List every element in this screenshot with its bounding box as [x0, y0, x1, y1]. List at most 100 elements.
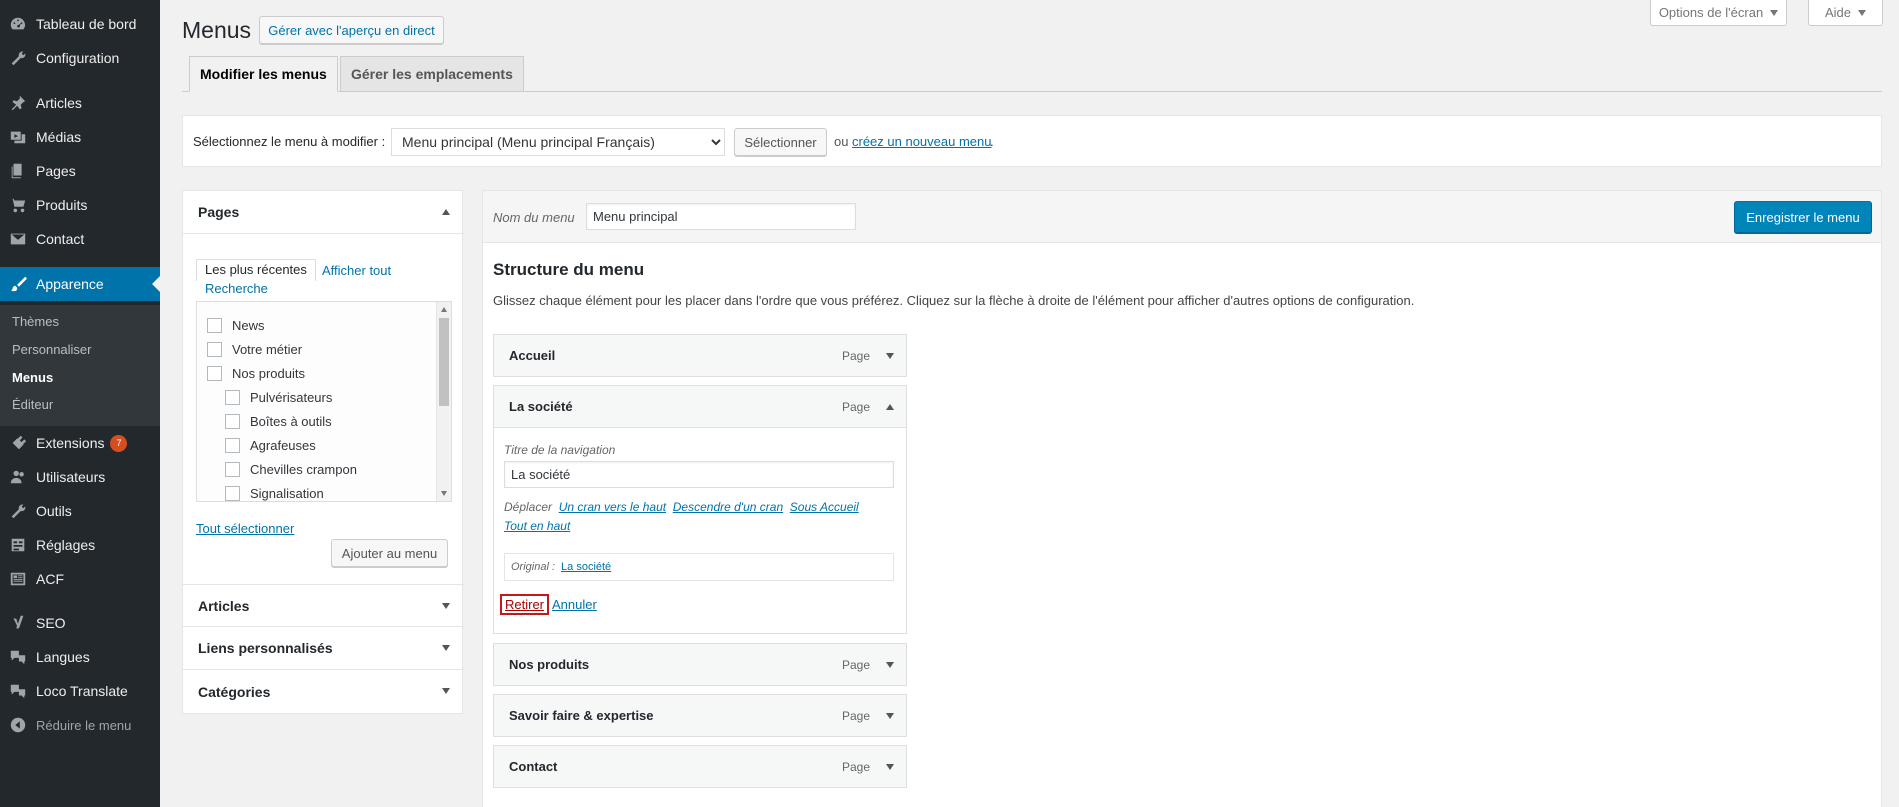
- subtab-search[interactable]: Recherche: [205, 281, 268, 296]
- add-to-menu-button[interactable]: Ajouter au menu: [331, 539, 448, 567]
- cancel-link[interactable]: Annuler: [552, 597, 597, 612]
- move-under-accueil-link[interactable]: Sous Accueil: [790, 500, 859, 514]
- original-label: Original :: [511, 561, 556, 573]
- sidebar-item-label: SEO: [36, 615, 66, 631]
- list-item[interactable]: Pulvérisateurs: [225, 390, 332, 405]
- sidebar-item-label: Configuration: [36, 50, 120, 66]
- menu-item-savoir-faire[interactable]: Savoir faire & expertise Page: [493, 694, 907, 737]
- expand-arrow-icon: [442, 688, 450, 694]
- sidebar-item-seo[interactable]: SEO: [0, 606, 160, 640]
- original-page-link[interactable]: La société: [561, 561, 611, 573]
- sidebar-item-pages[interactable]: Pages: [0, 154, 160, 188]
- sidebar-item-dashboard[interactable]: Tableau de bord: [0, 7, 160, 41]
- expand-arrow-icon[interactable]: [886, 662, 894, 668]
- screen-options-button[interactable]: Options de l'écran: [1650, 0, 1787, 26]
- list-item[interactable]: Votre métier: [207, 342, 302, 357]
- list-item-label: Pulvérisateurs: [250, 390, 333, 405]
- pages-accordion-header[interactable]: Pages: [183, 191, 464, 234]
- sidebar-item-contact[interactable]: Contact: [0, 222, 160, 256]
- scroll-up-arrow-icon[interactable]: [441, 307, 447, 312]
- menu-name-input[interactable]: Menu principal: [586, 203, 856, 230]
- move-up-link[interactable]: Un cran vers le haut: [559, 500, 666, 514]
- list-item[interactable]: Agrafeuses: [225, 438, 316, 453]
- submenu-personnaliser[interactable]: Personnaliser: [12, 342, 92, 357]
- list-item[interactable]: Boîtes à outils: [225, 414, 332, 429]
- sidebar-item-articles[interactable]: Articles: [0, 86, 160, 120]
- categories-accordion-header[interactable]: Catégories: [183, 670, 464, 713]
- move-to-top-link[interactable]: Tout en haut: [504, 519, 570, 533]
- sidebar-item-acf[interactable]: ACF: [0, 562, 160, 596]
- subtab-show-all[interactable]: Afficher tout: [322, 263, 391, 278]
- submenu-editeur[interactable]: Éditeur: [12, 397, 53, 412]
- pages-checklist[interactable]: News Votre métier Nos produits Pulvérisa…: [196, 301, 452, 502]
- list-item[interactable]: Signalisation: [225, 486, 324, 501]
- checkbox[interactable]: [207, 342, 222, 357]
- sidebar-item-medias[interactable]: Médias: [0, 120, 160, 154]
- select-menu-button[interactable]: Sélectionner: [734, 128, 827, 156]
- tab-gerer-emplacements[interactable]: Gérer les emplacements: [340, 56, 524, 92]
- menu-item-nos-produits[interactable]: Nos produits Page: [493, 643, 907, 686]
- menu-item-la-societe[interactable]: La société Page: [493, 385, 907, 428]
- sidebar-item-extensions[interactable]: Extensions 7: [0, 426, 160, 460]
- submenu-menus[interactable]: Menus: [12, 370, 53, 385]
- pages-accordion-title: Pages: [198, 204, 240, 220]
- scrollbar-thumb[interactable]: [439, 318, 449, 406]
- sidebar-item-produits[interactable]: Produits: [0, 188, 160, 222]
- sidebar-item-apparence[interactable]: Apparence: [0, 267, 160, 301]
- subtab-recent[interactable]: Les plus récentes: [196, 259, 316, 281]
- expand-arrow-icon[interactable]: [886, 353, 894, 359]
- checkbox[interactable]: [225, 486, 240, 501]
- sidebar-item-outils[interactable]: Outils: [0, 494, 160, 528]
- custom-links-accordion-header[interactable]: Liens personnalisés: [183, 627, 464, 670]
- period-text: .: [990, 134, 994, 149]
- live-preview-button[interactable]: Gérer avec l'aperçu en direct: [259, 16, 444, 44]
- checkbox[interactable]: [225, 462, 240, 477]
- menu-item-accueil[interactable]: Accueil Page: [493, 334, 907, 377]
- add-items-panel: Pages Les plus récentes Afficher tout Re…: [182, 190, 464, 714]
- list-item-label: Chevilles crampon: [250, 462, 357, 477]
- list-item-label: Agrafeuses: [250, 438, 316, 453]
- sidebar-item-utilisateurs[interactable]: Utilisateurs: [0, 460, 160, 494]
- save-menu-button[interactable]: Enregistrer le menu: [1734, 201, 1872, 233]
- collapse-menu-button[interactable]: Réduire le menu: [0, 708, 160, 742]
- menu-item-type: Page: [841, 657, 870, 672]
- checkbox[interactable]: [225, 438, 240, 453]
- move-down-link[interactable]: Descendre d'un cran: [673, 500, 783, 514]
- articles-accordion-header[interactable]: Articles: [183, 584, 464, 627]
- checkbox[interactable]: [225, 414, 240, 429]
- menu-item-type: Page: [841, 708, 870, 723]
- envelope-icon: [0, 230, 36, 248]
- list-item[interactable]: Nos produits: [207, 366, 305, 381]
- select-all-link[interactable]: Tout sélectionner: [196, 521, 294, 536]
- checkbox[interactable]: [225, 390, 240, 405]
- expand-arrow-icon[interactable]: [886, 764, 894, 770]
- tab-modifier-menus[interactable]: Modifier les menus: [189, 56, 338, 92]
- scrollbar[interactable]: [436, 302, 451, 501]
- submenu-themes[interactable]: Thèmes: [12, 314, 59, 329]
- sidebar-item-label: Utilisateurs: [36, 469, 106, 485]
- menu-item-contact[interactable]: Contact Page: [493, 745, 907, 788]
- checkbox[interactable]: [207, 318, 222, 333]
- create-new-menu-link[interactable]: créez un nouveau menu: [852, 134, 991, 149]
- sidebar-item-loco-translate[interactable]: Loco Translate: [0, 674, 160, 708]
- sidebar-item-label: ACF: [36, 571, 64, 587]
- nav-title-input[interactable]: La société: [504, 461, 894, 488]
- remove-item-link[interactable]: Retirer: [500, 594, 550, 615]
- list-item[interactable]: News: [207, 318, 265, 333]
- expand-arrow-icon[interactable]: [886, 713, 894, 719]
- list-item[interactable]: Chevilles crampon: [225, 462, 357, 477]
- structure-title: Structure du menu: [493, 260, 645, 279]
- sidebar-item-reglages[interactable]: Réglages: [0, 528, 160, 562]
- sidebar-item-langues[interactable]: Langues: [0, 640, 160, 674]
- menu-select-dropdown[interactable]: Menu principal (Menu principal Français): [391, 128, 725, 156]
- users-icon: [0, 468, 36, 486]
- expand-arrow-icon: [442, 645, 450, 651]
- sidebar-item-configuration[interactable]: Configuration: [0, 41, 160, 75]
- collapse-arrow-icon[interactable]: [886, 404, 894, 410]
- move-label: Déplacer: [504, 500, 553, 514]
- help-button[interactable]: Aide: [1808, 0, 1883, 26]
- checkbox[interactable]: [207, 366, 222, 381]
- sidebar-item-label: Contact: [36, 231, 85, 247]
- custom-links-accordion-title: Liens personnalisés: [198, 640, 333, 656]
- scroll-down-arrow-icon[interactable]: [441, 491, 447, 496]
